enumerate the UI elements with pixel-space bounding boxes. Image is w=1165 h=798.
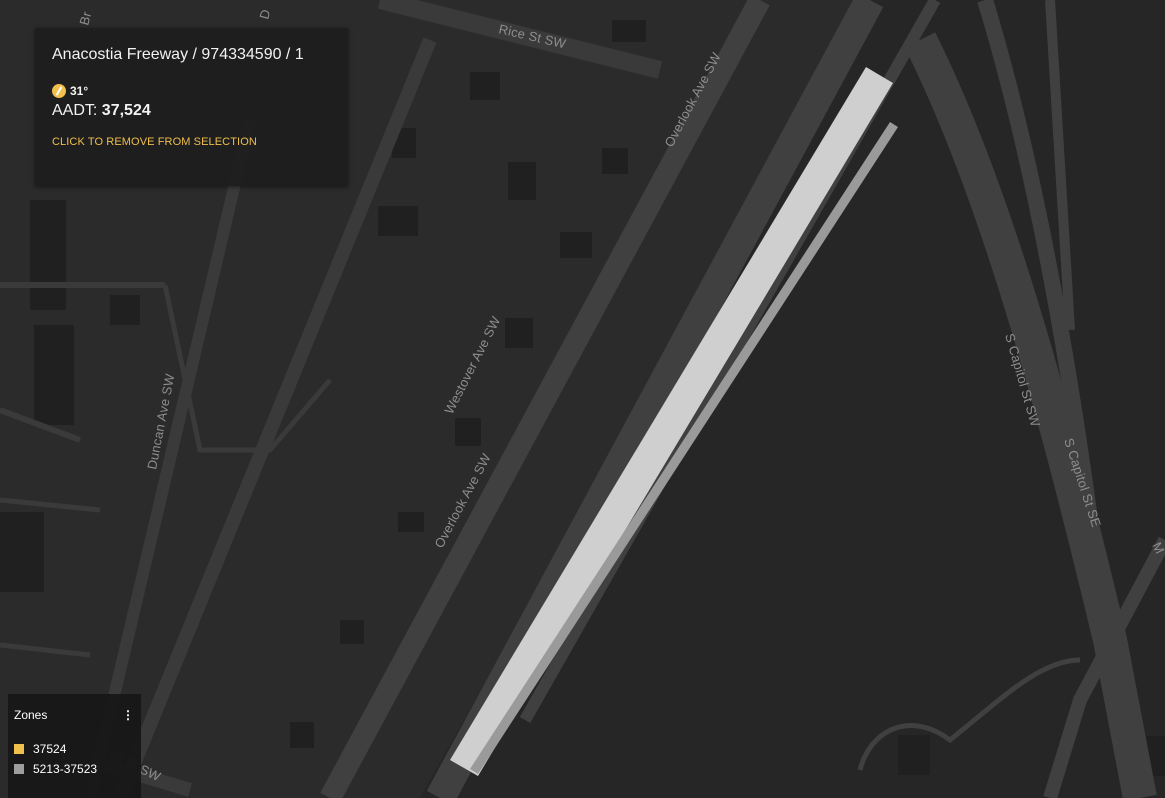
building [378,206,418,236]
bearing-value: 31° [70,84,89,98]
building [602,148,628,174]
legend-item: 5213-37523 [14,762,135,776]
segment-info-panel: Anacostia Freeway / 974334590 / 1 31° AA… [35,28,348,186]
bearing-row: 31° [52,84,331,98]
building [34,325,74,425]
building [505,318,533,348]
segment-title: Anacostia Freeway / 974334590 / 1 [52,46,304,63]
building [398,512,424,532]
legend-label: 5213-37523 [33,762,98,776]
zones-legend: Zones ⋮ 37524 5213-37523 [8,694,141,798]
building [110,295,140,325]
building [898,735,930,775]
aadt-value: 37,524 [101,102,151,119]
building [470,72,500,100]
legend-item: 37524 [14,742,135,756]
building [560,232,592,258]
compass-icon [52,84,66,98]
aadt-row: AADT: 37,524 [52,102,331,120]
legend-swatch [14,744,24,754]
building [0,512,44,592]
building [290,722,314,748]
zones-header: Zones ⋮ [14,708,135,722]
building [455,418,481,446]
aadt-label: AADT: [52,102,102,119]
legend-label: 37524 [33,742,67,756]
building [30,200,66,310]
building [612,20,646,42]
building [340,620,364,644]
zones-title: Zones [14,708,48,722]
more-vert-icon[interactable]: ⋮ [121,708,135,722]
remove-from-selection-link[interactable]: CLICK TO REMOVE FROM SELECTION [52,136,331,148]
legend-swatch [14,764,24,774]
building [508,162,536,200]
